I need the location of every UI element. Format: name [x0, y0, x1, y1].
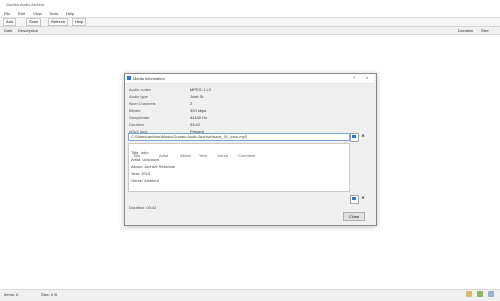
menu-edit[interactable]: Edit: [18, 10, 25, 17]
path-text: C:\Users\archive\Music\Gumbo Audio Archi…: [131, 134, 248, 139]
table-header: [0, 27, 500, 35]
col-duration[interactable]: Duration: [458, 27, 473, 34]
copy-icon-glyph: [352, 135, 356, 138]
hidden-row-item: Genre: [217, 153, 229, 158]
col-size[interactable]: Size: [481, 27, 489, 34]
field-value: 2: [190, 101, 193, 106]
tray-icon-1[interactable]: [466, 291, 472, 297]
menu-view[interactable]: View: [33, 10, 42, 17]
app-title: Gumbo Audio Archive: [6, 2, 45, 7]
hide-icon[interactable]: ✖: [360, 133, 366, 139]
clear-icon[interactable]: ✖: [360, 195, 366, 201]
field-value: 44100 Hz: [190, 115, 208, 120]
col-date[interactable]: Date: [4, 27, 12, 34]
hidden-row-item: Year: [199, 153, 208, 158]
col-description[interactable]: Description: [18, 27, 38, 34]
dialog-app-icon: [127, 76, 131, 80]
field-value: MPEG-1 L3: [190, 87, 211, 92]
tag-row: Year: 2019: [131, 171, 151, 176]
field-label: Samplerate: [129, 115, 150, 120]
tag-row: Genre: Ambient: [131, 178, 159, 183]
tag-row: Album: Archive Sessions: [131, 164, 176, 169]
hidden-row-item: Artist: [159, 153, 169, 158]
status-size: Size: 0 B: [41, 292, 58, 297]
tray-icon-3[interactable]: [488, 291, 494, 297]
toolbar-help-button[interactable]: Help: [72, 18, 87, 26]
hidden-row-item: Comment: [238, 153, 256, 158]
help-button[interactable]: ?: [351, 75, 357, 81]
field-label: Audio codec: [129, 87, 152, 92]
status-items: Items: 0: [4, 292, 19, 297]
toolbar-scan-button[interactable]: Scan: [26, 18, 42, 26]
hidden-row-item: Title: [133, 153, 141, 158]
title-bar: [0, 0, 500, 10]
toolbar-refresh-button[interactable]: Refresh: [48, 18, 69, 26]
toolbar-add-button[interactable]: Add: [3, 18, 17, 26]
field-label: Num Channels: [129, 101, 156, 106]
hidden-row-item: Album: [180, 153, 192, 158]
field-label: Bitrate: [129, 108, 141, 113]
field-value: 320 kbps: [190, 108, 207, 113]
menu-bar: [0, 10, 500, 17]
field-value: 03:42: [190, 122, 201, 127]
close-button[interactable]: Close: [343, 212, 365, 221]
field-label: Duration: [129, 122, 145, 127]
field-value: Joint St.: [190, 94, 205, 99]
menu-help[interactable]: Help: [66, 10, 74, 17]
menu-file[interactable]: File: [4, 10, 10, 17]
close-icon[interactable]: x: [364, 75, 370, 81]
field-label: Audio type: [129, 94, 148, 99]
refresh-icon-glyph: [352, 197, 356, 200]
dialog-title: Media information: [133, 76, 165, 81]
status-bar: [0, 289, 500, 301]
tray-icon-2[interactable]: [477, 291, 483, 297]
menu-tools[interactable]: Tools: [49, 10, 58, 17]
duration-footer: Duration: 03:42: [129, 205, 157, 210]
